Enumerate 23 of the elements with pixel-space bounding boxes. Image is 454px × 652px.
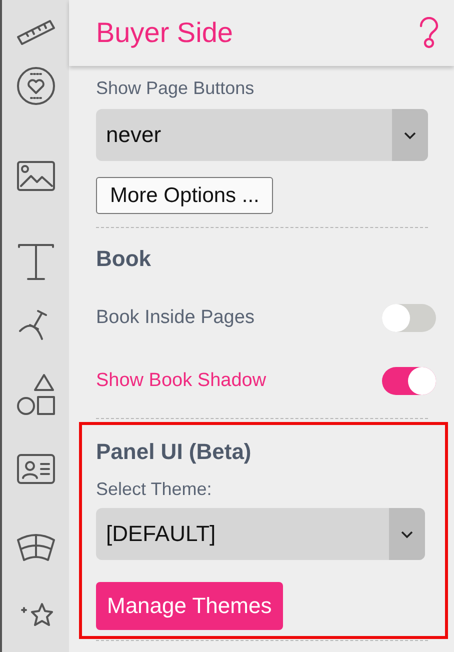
ruler-icon [16, 17, 56, 47]
id-card-icon [16, 453, 56, 485]
theme-select[interactable]: [DEFAULT] [96, 508, 425, 560]
help-icon[interactable] [418, 17, 440, 49]
toggle-label: Show Book Shadow [96, 370, 266, 392]
field-label: Select Theme: [96, 479, 213, 500]
section-heading: Panel UI (Beta) [96, 439, 252, 465]
manage-themes-button[interactable]: Manage Themes [96, 582, 283, 630]
shapes-icon [16, 373, 56, 417]
page-buttons-select[interactable]: never [96, 109, 428, 161]
toggle-switch[interactable] [382, 304, 436, 332]
more-options-button[interactable]: More Options ... [96, 177, 274, 214]
fan-icon [16, 532, 56, 564]
heart-badge-icon [16, 66, 56, 106]
chevron-down-icon [403, 130, 417, 140]
field-label: Show Page Buttons [96, 78, 256, 99]
chevron-down-icon [400, 530, 414, 538]
panel-title: Buyer Side [96, 17, 233, 49]
text-icon [16, 242, 56, 282]
toggle-label: Book Inside Pages [96, 307, 254, 329]
toggle-switch[interactable] [382, 367, 436, 395]
image-icon [16, 160, 56, 192]
section-heading: Book [96, 246, 152, 272]
